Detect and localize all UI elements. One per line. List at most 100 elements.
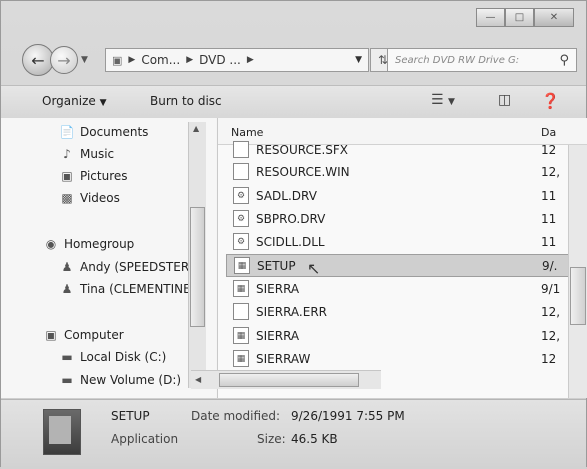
search-icon[interactable]: ⚲	[559, 53, 569, 68]
file-icon	[233, 303, 249, 320]
close-button[interactable]: ✕	[534, 8, 574, 27]
file-date: 11	[541, 188, 557, 203]
breadcrumb-separator-icon: ▶	[128, 55, 136, 65]
videos-icon: ▩	[61, 191, 73, 205]
file-date: 11	[541, 211, 557, 226]
mouse-cursor-icon: ↖	[307, 259, 321, 278]
file-name: SADL.DRV	[256, 188, 317, 203]
horizontal-scrollbar[interactable]: ◀	[191, 370, 381, 389]
file-row[interactable]: SIERRA.ERR 12,	[218, 300, 568, 323]
address-bar[interactable]: ▣ ▶ Com... ▶ DVD ... ▶ ▼	[105, 48, 369, 72]
file-date: 12	[541, 351, 557, 366]
application-icon: ▦	[233, 327, 249, 344]
organize-label: Organize	[42, 94, 96, 108]
file-row[interactable]: RESOURCE.WIN 12,	[218, 160, 568, 183]
nav-item-label: Computer	[64, 328, 124, 342]
nav-item-label: Videos	[80, 191, 120, 205]
scroll-up-icon[interactable]: ▲	[193, 124, 199, 133]
computer-icon: ▣	[45, 328, 57, 342]
horizontal-scrollbar-thumb[interactable]	[219, 373, 359, 387]
details-file-type: Application	[111, 432, 179, 446]
nav-pane-scrollbar[interactable]: ▲ ▼	[188, 122, 206, 388]
chevron-down-icon: ▼	[99, 98, 107, 108]
details-date-label: Date modified:	[191, 409, 281, 423]
homegroup-icon: ◉	[45, 237, 57, 251]
search-placeholder: Search DVD RW Drive G:	[395, 54, 520, 66]
driver-file-icon: ⚙	[233, 210, 249, 227]
driver-file-icon: ⚙	[233, 187, 249, 204]
nav-item-label: Documents	[80, 125, 149, 139]
file-date: 9/.	[542, 258, 558, 273]
file-icon	[233, 141, 249, 158]
file-icon	[233, 163, 249, 180]
help-button[interactable]: ❓	[541, 92, 560, 110]
navigation-bar: ← → ▼ ▣ ▶ Com... ▶ DVD ... ▶ ▼ ⇅ Search …	[1, 39, 586, 81]
dll-file-icon: ⚙	[233, 233, 249, 250]
file-row-selected[interactable]: ▦ SETUP 9/. ↖	[226, 254, 569, 278]
details-size-value: 46.5 KB	[291, 432, 338, 446]
user-icon: ♟	[61, 260, 73, 274]
file-list-scrollbar[interactable]	[568, 145, 587, 398]
nav-item-documents[interactable]: 📄 Documents	[59, 124, 149, 140]
nav-item-label: New Volume (D:)	[80, 373, 182, 387]
breadcrumb-dvd[interactable]: DVD ...	[199, 53, 241, 67]
nav-item-label: Music	[80, 147, 115, 161]
disk-icon: ▬	[61, 350, 73, 364]
file-name: SIERRA.ERR	[256, 304, 327, 319]
address-dropdown-icon[interactable]: ▼	[355, 55, 362, 65]
file-name: RESOURCE.SFX	[256, 142, 349, 157]
user-icon: ♟	[61, 282, 73, 296]
documents-icon: 📄	[59, 125, 75, 139]
pictures-icon: ▣	[61, 169, 73, 183]
nav-item-label: Andy (SPEEDSTER	[80, 260, 190, 274]
forward-button[interactable]: →	[50, 46, 78, 74]
file-row[interactable]: ▦ SIERRA 12,	[218, 324, 568, 347]
nav-item-homegroup[interactable]: ◉ Homegroup	[43, 236, 135, 252]
nav-item-label: Homegroup	[64, 237, 135, 251]
file-row[interactable]: RESOURCE.SFX 12	[218, 138, 568, 161]
file-date: 12,	[541, 328, 561, 343]
nav-item-music[interactable]: ♪ Music	[59, 146, 114, 162]
file-name: SIERRA	[256, 328, 300, 343]
burn-to-disc-button[interactable]: Burn to disc	[150, 94, 222, 108]
change-view-button[interactable]: ☰ ▼	[431, 92, 455, 108]
minimize-button[interactable]: —	[476, 8, 505, 27]
details-file-name: SETUP	[111, 409, 150, 423]
nav-item-new-volume[interactable]: ▬ New Volume (D:)	[59, 372, 181, 388]
main-content: 📄 Documents ♪ Music ▣ Pictures ▩ Videos ◉ Hom…	[1, 118, 587, 398]
search-box[interactable]: Search DVD RW Drive G: ⚲	[387, 48, 577, 72]
file-row[interactable]: ⚙ SADL.DRV 11	[218, 184, 568, 207]
breadcrumb-computer[interactable]: Com...	[141, 53, 180, 67]
preview-pane-button[interactable]: ◫	[498, 92, 511, 108]
file-scrollbar-thumb[interactable]	[570, 267, 586, 325]
application-icon: ▦	[234, 257, 250, 274]
nav-item-tina[interactable]: ♟ Tina (CLEMENTINE	[59, 281, 191, 297]
file-date: 9/1	[541, 281, 561, 296]
file-row[interactable]: ⚙ SCIDLL.DLL 11	[218, 230, 568, 253]
nav-item-label: Tina (CLEMENTINE	[80, 282, 191, 296]
nav-item-videos[interactable]: ▩ Videos	[59, 190, 120, 206]
maximize-icon: □	[514, 12, 525, 23]
nav-item-local-disk[interactable]: ▬ Local Disk (C:)	[59, 349, 166, 365]
recent-pages-chevron-icon[interactable]: ▼	[81, 55, 88, 65]
file-row[interactable]: ▦ SIERRAW 12	[218, 347, 568, 370]
nav-item-andy[interactable]: ♟ Andy (SPEEDSTER	[59, 259, 190, 275]
details-size-label: Size:	[257, 432, 286, 446]
drive-icon: ▣	[112, 53, 123, 67]
preview-pane-icon: ◫	[498, 92, 512, 108]
file-row[interactable]: ⚙ SBPRO.DRV 11	[218, 207, 568, 230]
application-icon: ▦	[233, 280, 249, 297]
title-bar: — □ ✕	[1, 1, 586, 39]
maximize-button[interactable]: □	[505, 8, 534, 27]
file-name: SIERRA	[256, 281, 300, 296]
scroll-left-icon[interactable]: ◀	[195, 375, 201, 384]
file-row[interactable]: ▦ SIERRA 9/1	[218, 277, 568, 300]
minimize-icon: —	[485, 12, 496, 23]
nav-item-pictures[interactable]: ▣ Pictures	[59, 168, 127, 184]
nav-item-computer[interactable]: ▣ Computer	[43, 327, 124, 343]
details-date-value: 9/26/1991 7:55 PM	[291, 409, 405, 423]
nav-scrollbar-thumb[interactable]	[190, 207, 205, 327]
file-name: RESOURCE.WIN	[256, 164, 350, 179]
organize-button[interactable]: Organize ▼	[42, 94, 107, 108]
music-icon: ♪	[63, 147, 71, 161]
